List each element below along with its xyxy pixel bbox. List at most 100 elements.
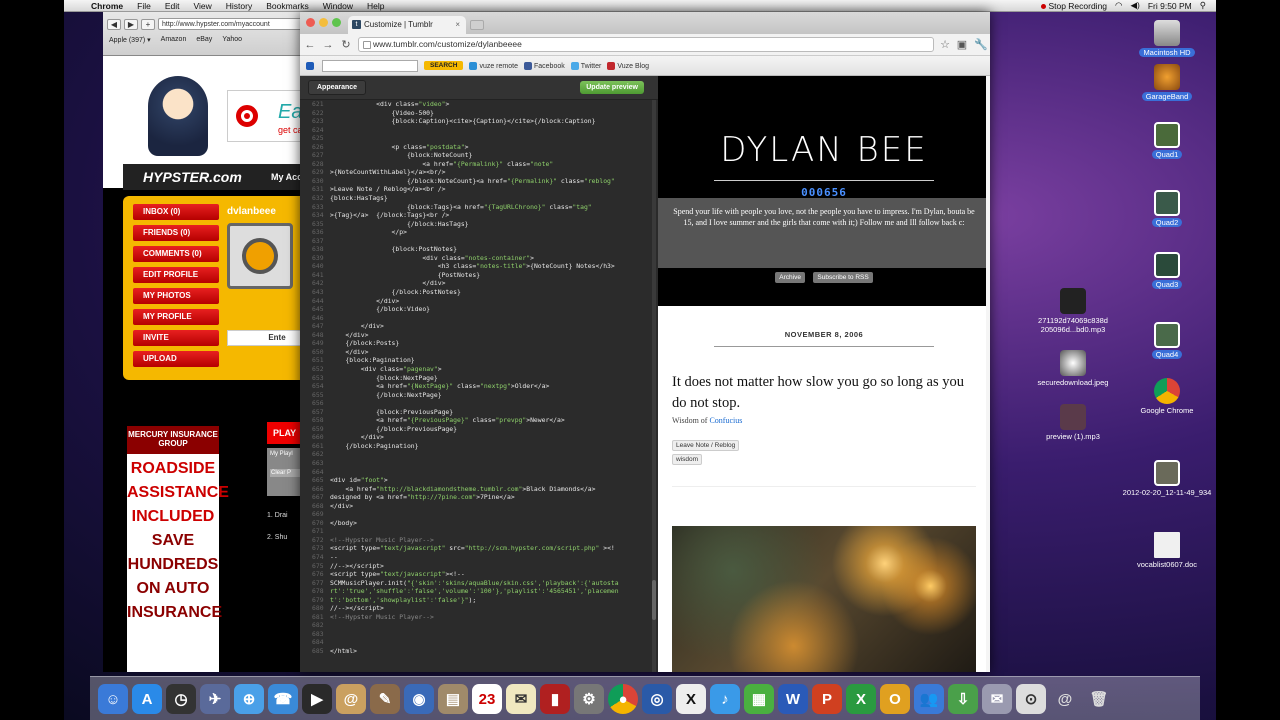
mercury-ad[interactable]: MERCURY INSURANCE GROUP ROADSIDE ASSISTA… (127, 426, 229, 672)
extension-icon[interactable]: ▣ (956, 38, 968, 51)
avatar[interactable] (227, 223, 293, 289)
playlist-item[interactable]: 1. Drai (267, 512, 288, 519)
outlook-icon[interactable]: O (880, 684, 910, 714)
dashboard-icon[interactable]: ◷ (166, 684, 196, 714)
grid-app-icon[interactable]: ▦ (744, 684, 774, 714)
powerpoint-icon[interactable]: P (812, 684, 842, 714)
add-button[interactable]: + (141, 18, 155, 30)
bookmark-star-icon[interactable]: ☆ (940, 38, 950, 51)
trash-icon[interactable]: 🗑 (1084, 684, 1114, 714)
bookmark-yahoo[interactable]: Yahoo (222, 36, 242, 44)
chrome-dock-icon[interactable]: ● (608, 684, 638, 714)
x11-icon[interactable]: X (676, 684, 706, 714)
photo-file-icon[interactable]: 2012-02-20_12-11-49_934 (1122, 460, 1212, 497)
volume-icon[interactable]: ◀) (1130, 0, 1139, 11)
jpeg-file-icon[interactable]: securedownload.jpeg (1028, 350, 1118, 387)
downloads-stack-icon[interactable]: @ (1050, 684, 1080, 714)
upload-button[interactable]: UPLOAD (133, 351, 219, 367)
bookmark-amazon[interactable]: Amazon (161, 36, 187, 44)
quad4-icon[interactable]: Quad4 (1122, 322, 1212, 359)
tag-wisdom[interactable]: wisdom (672, 454, 703, 465)
menu-history[interactable]: History (226, 1, 252, 11)
my-profile-button[interactable]: MY PROFILE (133, 309, 219, 325)
itunes-icon[interactable]: ♪ (710, 684, 740, 714)
mission-control-icon[interactable]: ✈ (200, 684, 230, 714)
menu-help[interactable]: Help (367, 1, 384, 11)
doc-file-icon[interactable]: vocablist0607.doc (1122, 532, 1212, 569)
google-chrome-icon[interactable]: Google Chrome (1122, 378, 1212, 415)
wrench-icon[interactable]: 🔧 (974, 38, 988, 51)
mail-icon[interactable]: ✉ (982, 684, 1012, 714)
minimize-window-icon[interactable] (319, 18, 328, 27)
invite-button[interactable]: INVITE (133, 330, 219, 346)
mp3-preview-icon[interactable]: preview (1).mp3 (1028, 404, 1118, 441)
safari-icon[interactable]: ⊕ (234, 684, 264, 714)
menu-view[interactable]: View (193, 1, 211, 11)
menu-chrome[interactable]: Chrome (91, 1, 123, 11)
source-link[interactable]: Confucius (709, 416, 742, 425)
reload-icon[interactable]: ↻ (340, 38, 352, 51)
menu-edit[interactable]: Edit (165, 1, 180, 11)
forward-arrow-icon[interactable]: → (322, 39, 334, 51)
excel-icon[interactable]: X (846, 684, 876, 714)
editor-scrollbar[interactable] (652, 100, 656, 672)
friends-button[interactable]: FRIENDS (0) (133, 225, 219, 241)
imovie-icon[interactable]: ▶ (302, 684, 332, 714)
bookmark-apple[interactable]: Apple (397) ▾ (109, 36, 151, 44)
stickies-icon[interactable]: ✉ (506, 684, 536, 714)
garageband-icon[interactable]: GarageBand (1122, 64, 1212, 101)
update-preview-button[interactable]: Update preview (580, 81, 644, 94)
close-window-icon[interactable] (306, 18, 315, 27)
dvd-player-icon[interactable]: ◉ (404, 684, 434, 714)
address-book-icon[interactable]: ▤ (438, 684, 468, 714)
toolbar-facebook[interactable]: Facebook (523, 61, 565, 70)
finder-icon[interactable]: ☺ (98, 684, 128, 714)
wifi-icon[interactable]: ◠ (1115, 0, 1122, 11)
toolbar-vuze-blog[interactable]: Vuze Blog (607, 61, 649, 70)
toolbar-search-button[interactable]: SEARCH (424, 61, 464, 70)
menu-file[interactable]: File (137, 1, 151, 11)
inbox-button[interactable]: INBOX (0) (133, 204, 219, 220)
appearance-button[interactable]: Appearance (308, 80, 367, 95)
photo-booth-icon[interactable]: ▮ (540, 684, 570, 714)
preview-scrollbar[interactable] (986, 76, 990, 672)
spotlight-icon[interactable]: ⚲ (1200, 0, 1206, 11)
toolbar-vuze-remote[interactable]: vuze remote (469, 61, 518, 70)
zoom-window-icon[interactable] (332, 18, 341, 27)
word-icon[interactable]: W (778, 684, 808, 714)
my-account-link[interactable]: My Acc (271, 164, 302, 190)
mp3-file-icon[interactable]: 271192d74069c838d 205096d...bd0.mp3 (1028, 288, 1118, 334)
facetime-icon[interactable]: ☎ (268, 684, 298, 714)
back-button[interactable]: ◀ (107, 18, 121, 30)
blog-title[interactable]: DYLAN BEE (658, 130, 990, 170)
app-store-icon[interactable]: A (132, 684, 162, 714)
quad3-icon[interactable]: Quad3 (1122, 252, 1212, 289)
quicktime-icon[interactable]: ◎ (642, 684, 672, 714)
my-photos-button[interactable]: MY PHOTOS (133, 288, 219, 304)
toolbar-search-input[interactable] (322, 59, 418, 72)
edit-profile-button[interactable]: EDIT PROFILE (133, 267, 219, 283)
menu-bookmarks[interactable]: Bookmarks (266, 1, 309, 11)
preview-icon[interactable]: ✎ (370, 684, 400, 714)
playlist-item[interactable]: 2. Shu (267, 534, 287, 541)
bookmark-ebay[interactable]: eBay (196, 36, 212, 44)
tab-customize-tumblr[interactable]: t Customize | Tumblr × (348, 16, 466, 34)
subscribe-rss-link[interactable]: Subscribe to RSS (813, 272, 873, 283)
stop-recording[interactable]: Stop Recording (1041, 1, 1107, 11)
mail-stamp-icon[interactable]: @ (336, 684, 366, 714)
menu-window[interactable]: Window (323, 1, 353, 11)
hypster-logo[interactable]: HYPSTER.com (143, 169, 242, 185)
post-photo[interactable] (672, 526, 976, 672)
back-arrow-icon[interactable]: ← (304, 39, 316, 51)
ical-icon[interactable]: 23 (472, 684, 502, 714)
quad2-icon[interactable]: Quad2 (1122, 190, 1212, 227)
macintosh-hd-icon[interactable]: Macintosh HD (1122, 20, 1212, 57)
editor-scroll-thumb[interactable] (652, 580, 656, 620)
quad1-icon[interactable]: Quad1 (1122, 122, 1212, 159)
new-tab-button[interactable] (470, 20, 484, 30)
code-editor-text[interactable]: 621 <div class="video"> 622 {Video-500} … (300, 100, 648, 672)
forward-button[interactable]: ▶ (124, 18, 138, 30)
toolbar-logo-icon[interactable] (306, 61, 314, 70)
utility-icon[interactable]: ⊙ (1016, 684, 1046, 714)
leave-note-reblog-button[interactable]: Leave Note / Reblog (672, 440, 740, 451)
